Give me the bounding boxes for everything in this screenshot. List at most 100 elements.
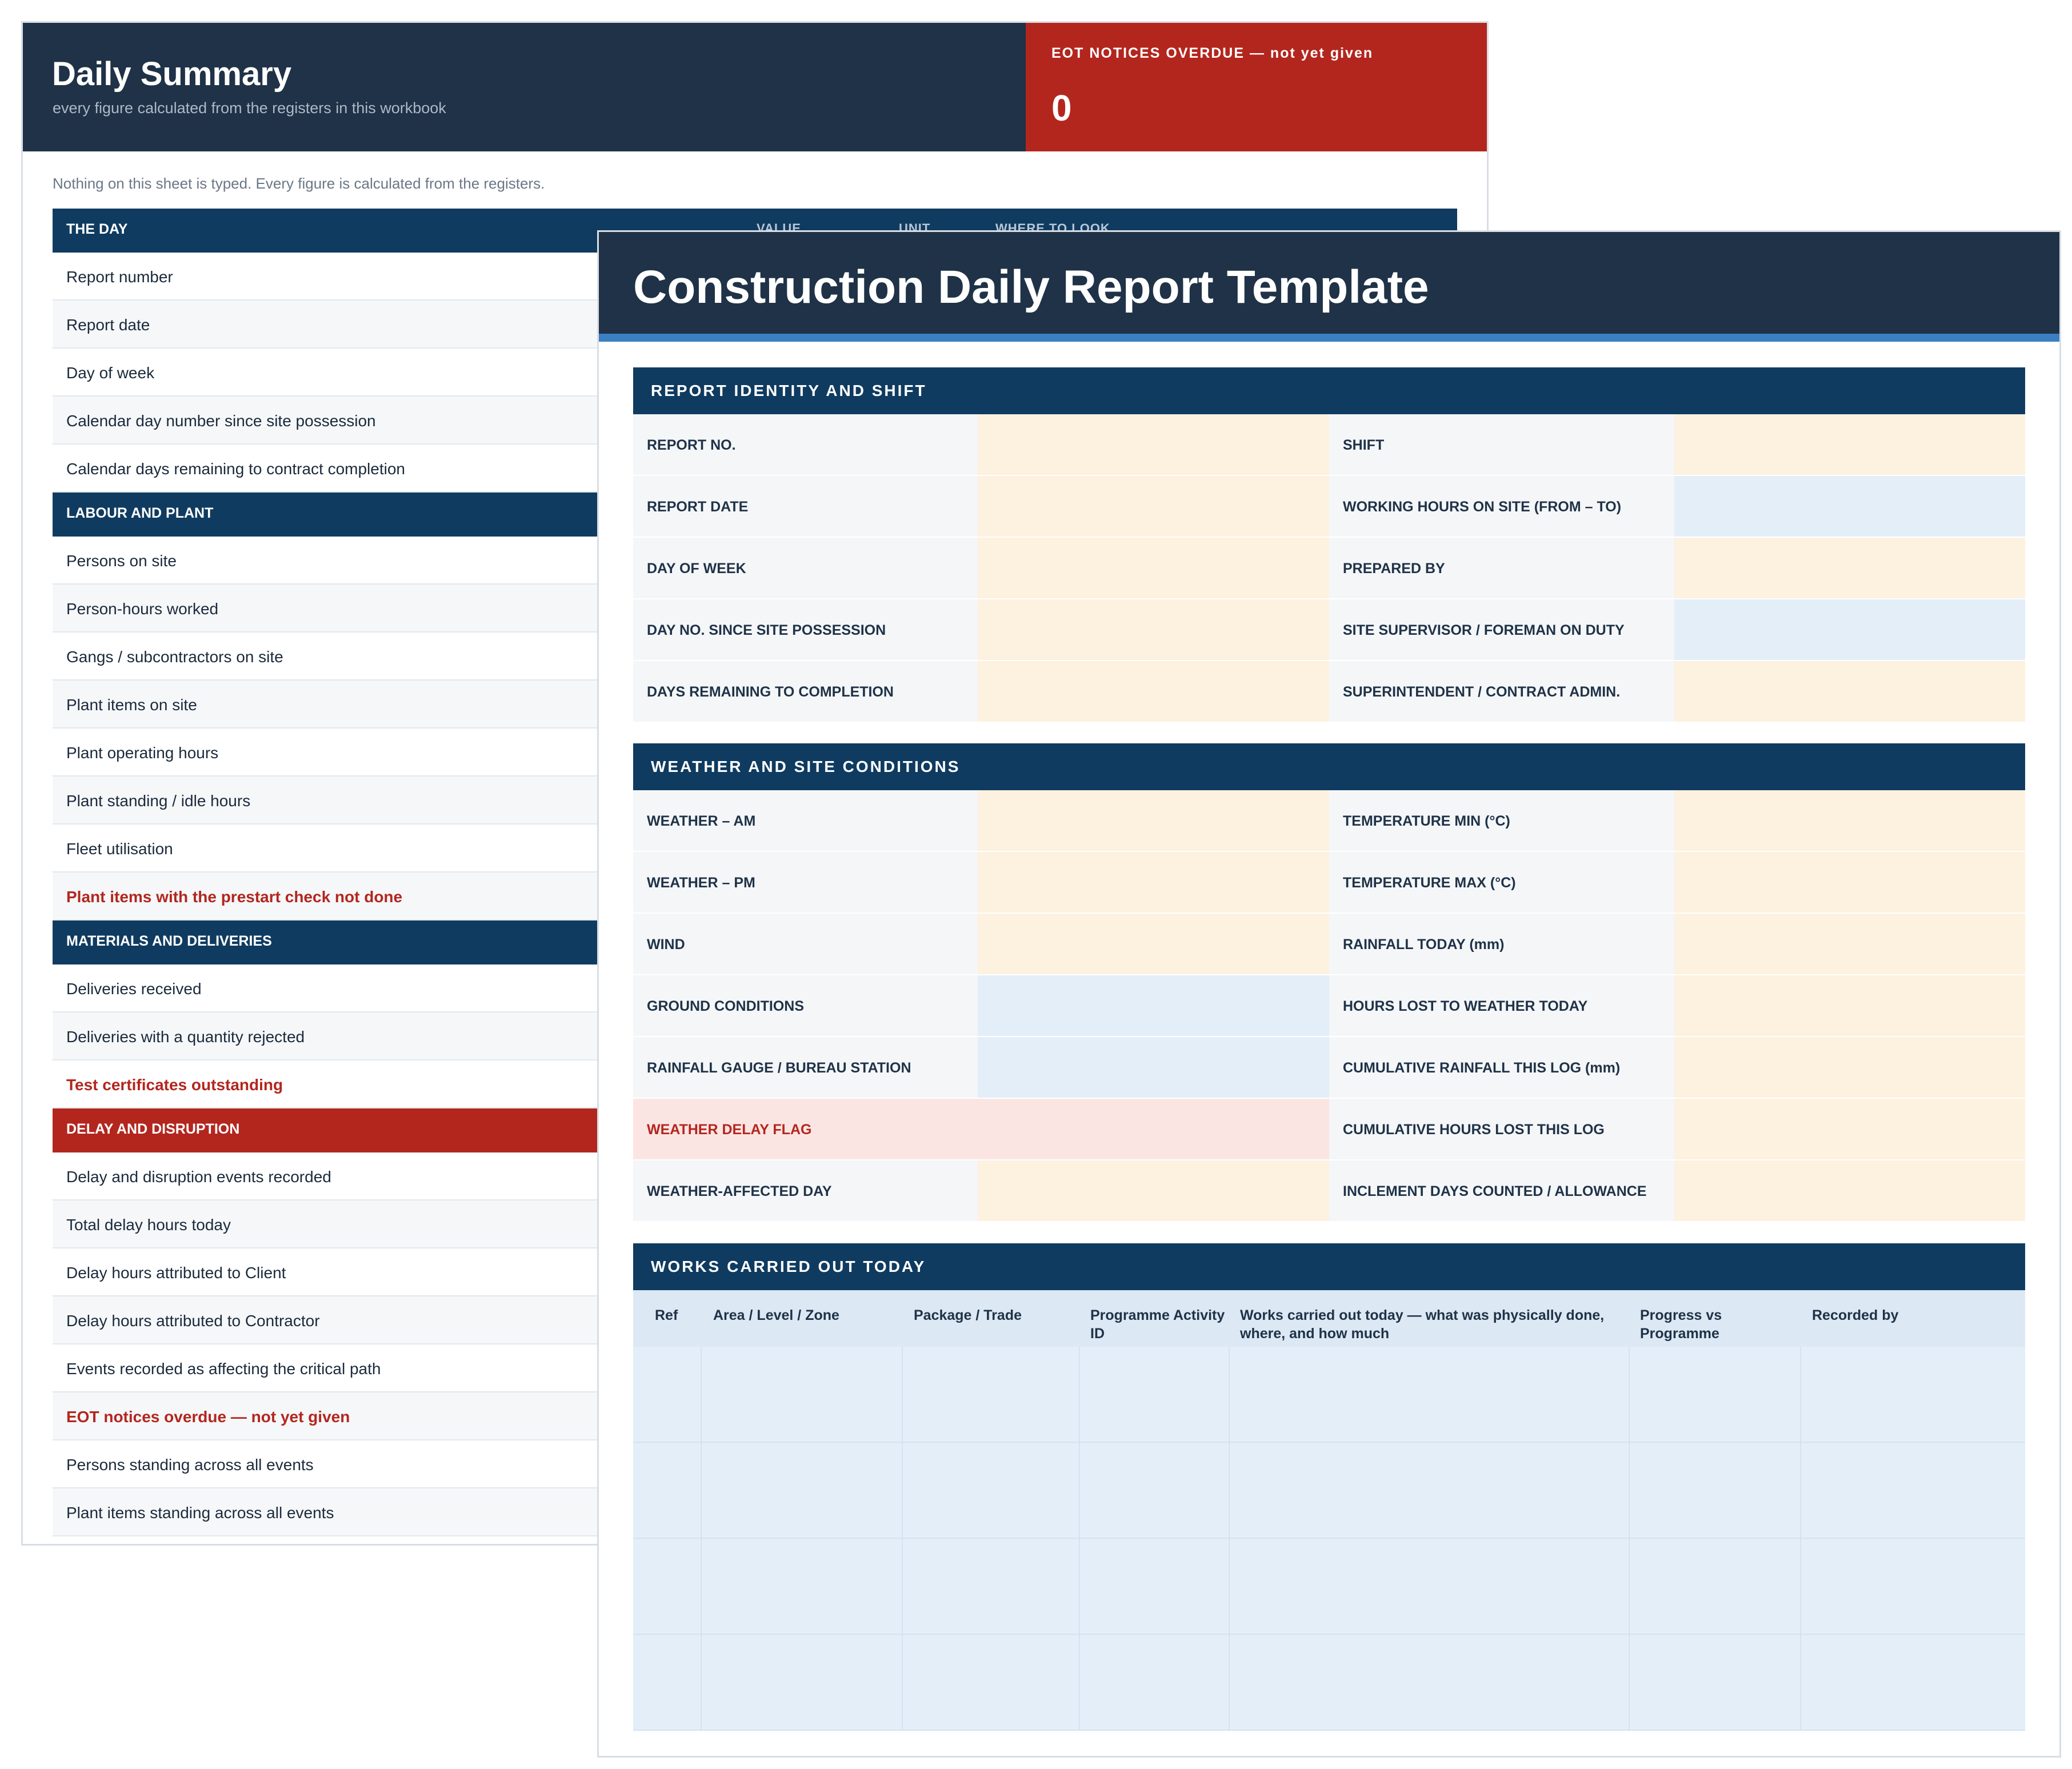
column-divider: [701, 1347, 702, 1443]
field-input[interactable]: [978, 975, 1329, 1036]
works-entry-row[interactable]: [633, 1347, 2025, 1443]
field-row: WIND RAINFALL TODAY (mm): [633, 914, 2025, 975]
field-input[interactable]: [978, 1099, 1329, 1159]
field-input[interactable]: [1674, 599, 2025, 660]
field-input[interactable]: [1674, 852, 2025, 912]
field-input[interactable]: [1674, 476, 2025, 537]
column-divider: [1800, 1443, 1801, 1539]
report-banner: Construction Daily Report Template: [599, 232, 2059, 342]
summary-row-label: Persons standing across all events: [66, 1456, 314, 1474]
field-input[interactable]: [1674, 538, 2025, 598]
works-column-header: Ref: [655, 1307, 678, 1323]
field-label: RAINFALL TODAY (mm): [1329, 914, 1674, 974]
summary-row-label: Calendar days remaining to contract comp…: [66, 460, 405, 478]
field-input[interactable]: [978, 1037, 1329, 1098]
summary-row-label: Person-hours worked: [66, 600, 219, 618]
field-input[interactable]: [978, 538, 1329, 598]
works-column-header: Area / Level / Zone: [713, 1307, 839, 1323]
field-row: WEATHER – AM TEMPERATURE MIN (°C): [633, 790, 2025, 852]
field-label: DAYS REMAINING TO COMPLETION: [633, 661, 978, 722]
summary-row-label: Events recorded as affecting the critica…: [66, 1360, 381, 1378]
summary-subtitle: every figure calculated from the registe…: [53, 99, 446, 117]
field-input[interactable]: [978, 914, 1329, 974]
summary-row-label: Deliveries received: [66, 980, 202, 998]
field-label: CUMULATIVE RAINFALL THIS LOG (mm): [1329, 1037, 1674, 1098]
summary-row-label: Report date: [66, 316, 150, 334]
summary-row-label: EOT notices overdue — not yet given: [66, 1408, 350, 1426]
field-input[interactable]: [1674, 790, 2025, 851]
field-input[interactable]: [978, 599, 1329, 660]
column-divider: [701, 1635, 702, 1731]
section-header: WORKS CARRIED OUT TODAY: [633, 1243, 2025, 1290]
works-rows: [633, 1347, 2025, 1731]
field-label: WEATHER DELAY FLAG: [633, 1099, 978, 1159]
summary-row-label: Delay and disruption events recorded: [66, 1168, 331, 1186]
works-column-header: Package / Trade: [914, 1307, 1022, 1323]
column-divider: [1079, 1539, 1080, 1635]
summary-row-label: Plant standing / idle hours: [66, 792, 251, 810]
column-divider: [1629, 1635, 1630, 1731]
field-input[interactable]: [1674, 661, 2025, 722]
field-input[interactable]: [1674, 414, 2025, 475]
field-input[interactable]: [978, 852, 1329, 912]
field-input[interactable]: [978, 414, 1329, 475]
column-divider: [902, 1635, 903, 1731]
eot-overdue-kpi: EOT NOTICES OVERDUE — not yet given 0: [1026, 23, 1487, 151]
summary-row-label: Report number: [66, 268, 173, 286]
field-label: DAY OF WEEK: [633, 538, 978, 598]
works-column-header: Recorded by: [1812, 1307, 1899, 1323]
field-label: PREPARED BY: [1329, 538, 1674, 598]
field-input[interactable]: [978, 790, 1329, 851]
field-label: REPORT NO.: [633, 414, 978, 475]
summary-section-title: MATERIALS AND DELIVERIES: [66, 933, 272, 949]
field-label: DAY NO. SINCE SITE POSSESSION: [633, 599, 978, 660]
field-label: WEATHER-AFFECTED DAY: [633, 1160, 978, 1221]
works-entry-row[interactable]: [633, 1539, 2025, 1635]
field-input[interactable]: [1674, 1160, 2025, 1221]
works-column-headers: Ref Area / Level / Zone Package / Trade Pro…: [633, 1290, 2025, 1347]
field-label: CUMULATIVE HOURS LOST THIS LOG: [1329, 1099, 1674, 1159]
summary-row-label: Test certificates outstanding: [66, 1076, 283, 1094]
summary-row-label: Deliveries with a quantity rejected: [66, 1028, 305, 1046]
column-divider: [1629, 1347, 1630, 1443]
column-divider: [701, 1539, 702, 1635]
field-input[interactable]: [978, 476, 1329, 537]
field-input[interactable]: [978, 1160, 1329, 1221]
field-input[interactable]: [1674, 975, 2025, 1036]
summary-row-label: Delay hours attributed to Contractor: [66, 1312, 320, 1330]
field-row: RAINFALL GAUGE / BUREAU STATION CUMULATIV…: [633, 1037, 2025, 1099]
field-input[interactable]: [978, 661, 1329, 722]
field-label: HOURS LOST TO WEATHER TODAY: [1329, 975, 1674, 1036]
column-divider: [1079, 1443, 1080, 1539]
works-entry-row[interactable]: [633, 1635, 2025, 1731]
field-input[interactable]: [1674, 914, 2025, 974]
summary-section-title: LABOUR AND PLANT: [66, 505, 214, 521]
field-input[interactable]: [1674, 1099, 2025, 1159]
field-label: GROUND CONDITIONS: [633, 975, 978, 1036]
summary-section-title: DELAY AND DISRUPTION: [66, 1121, 240, 1137]
field-row: REPORT NO. SHIFT: [633, 414, 2025, 476]
column-divider: [1229, 1635, 1230, 1731]
works-column-header: Works carried out today — what was physi…: [1240, 1307, 1605, 1342]
field-row: WEATHER-AFFECTED DAY INCLEMENT DAYS COUNT…: [633, 1160, 2025, 1222]
column-divider: [1229, 1539, 1230, 1635]
kpi-label: EOT NOTICES OVERDUE — not yet given: [1051, 45, 1374, 61]
works-entry-row[interactable]: [633, 1443, 2025, 1539]
report-title: Construction Daily Report Template: [633, 261, 1429, 313]
field-label: WEATHER – AM: [633, 790, 978, 851]
summary-row-label: Plant operating hours: [66, 744, 219, 762]
summary-title: Daily Summary: [52, 55, 292, 93]
column-divider: [902, 1347, 903, 1443]
summary-section-title: THE DAY: [66, 221, 128, 237]
summary-row-label: Fleet utilisation: [66, 840, 173, 858]
field-row: GROUND CONDITIONS HOURS LOST TO WEATHER T…: [633, 975, 2025, 1037]
weather-conditions-section: WEATHER AND SITE CONDITIONS WEATHER – AM…: [633, 743, 2025, 1222]
field-row: REPORT DATE WORKING HOURS ON SITE (FROM –…: [633, 476, 2025, 538]
field-row: WEATHER – PM TEMPERATURE MAX (°C): [633, 852, 2025, 914]
section-header: WEATHER AND SITE CONDITIONS: [633, 743, 2025, 790]
column-divider: [902, 1443, 903, 1539]
field-row: WEATHER DELAY FLAG CUMULATIVE HOURS LOST …: [633, 1099, 2025, 1160]
summary-row-label: Plant items standing across all events: [66, 1504, 334, 1522]
column-divider: [1629, 1443, 1630, 1539]
field-input[interactable]: [1674, 1037, 2025, 1098]
